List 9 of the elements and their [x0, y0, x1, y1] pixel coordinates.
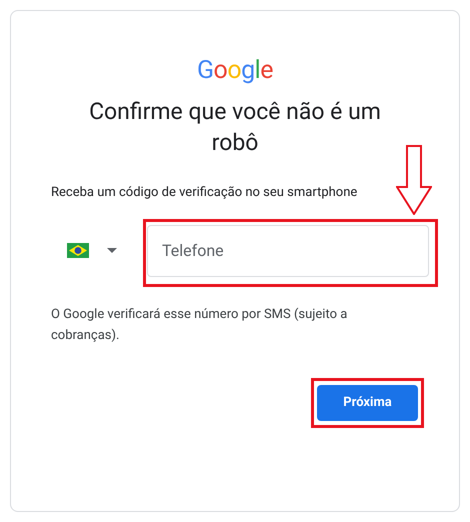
page-title: Confirme que você não é um robô — [88, 97, 382, 158]
instruction-text: Receba um código de verificação no seu smartphone — [51, 184, 358, 202]
caret-icon[interactable] — [107, 248, 117, 253]
phone-field[interactable]: Telefone — [147, 224, 429, 276]
next-button[interactable]: Próxima — [317, 384, 418, 420]
logo: Google — [197, 56, 273, 86]
down-arrow-icon — [396, 145, 432, 215]
sms-note: O Google verificará esse número por SMS (sujeito a cobranças). — [51, 306, 348, 344]
flag-icon — [67, 243, 89, 258]
